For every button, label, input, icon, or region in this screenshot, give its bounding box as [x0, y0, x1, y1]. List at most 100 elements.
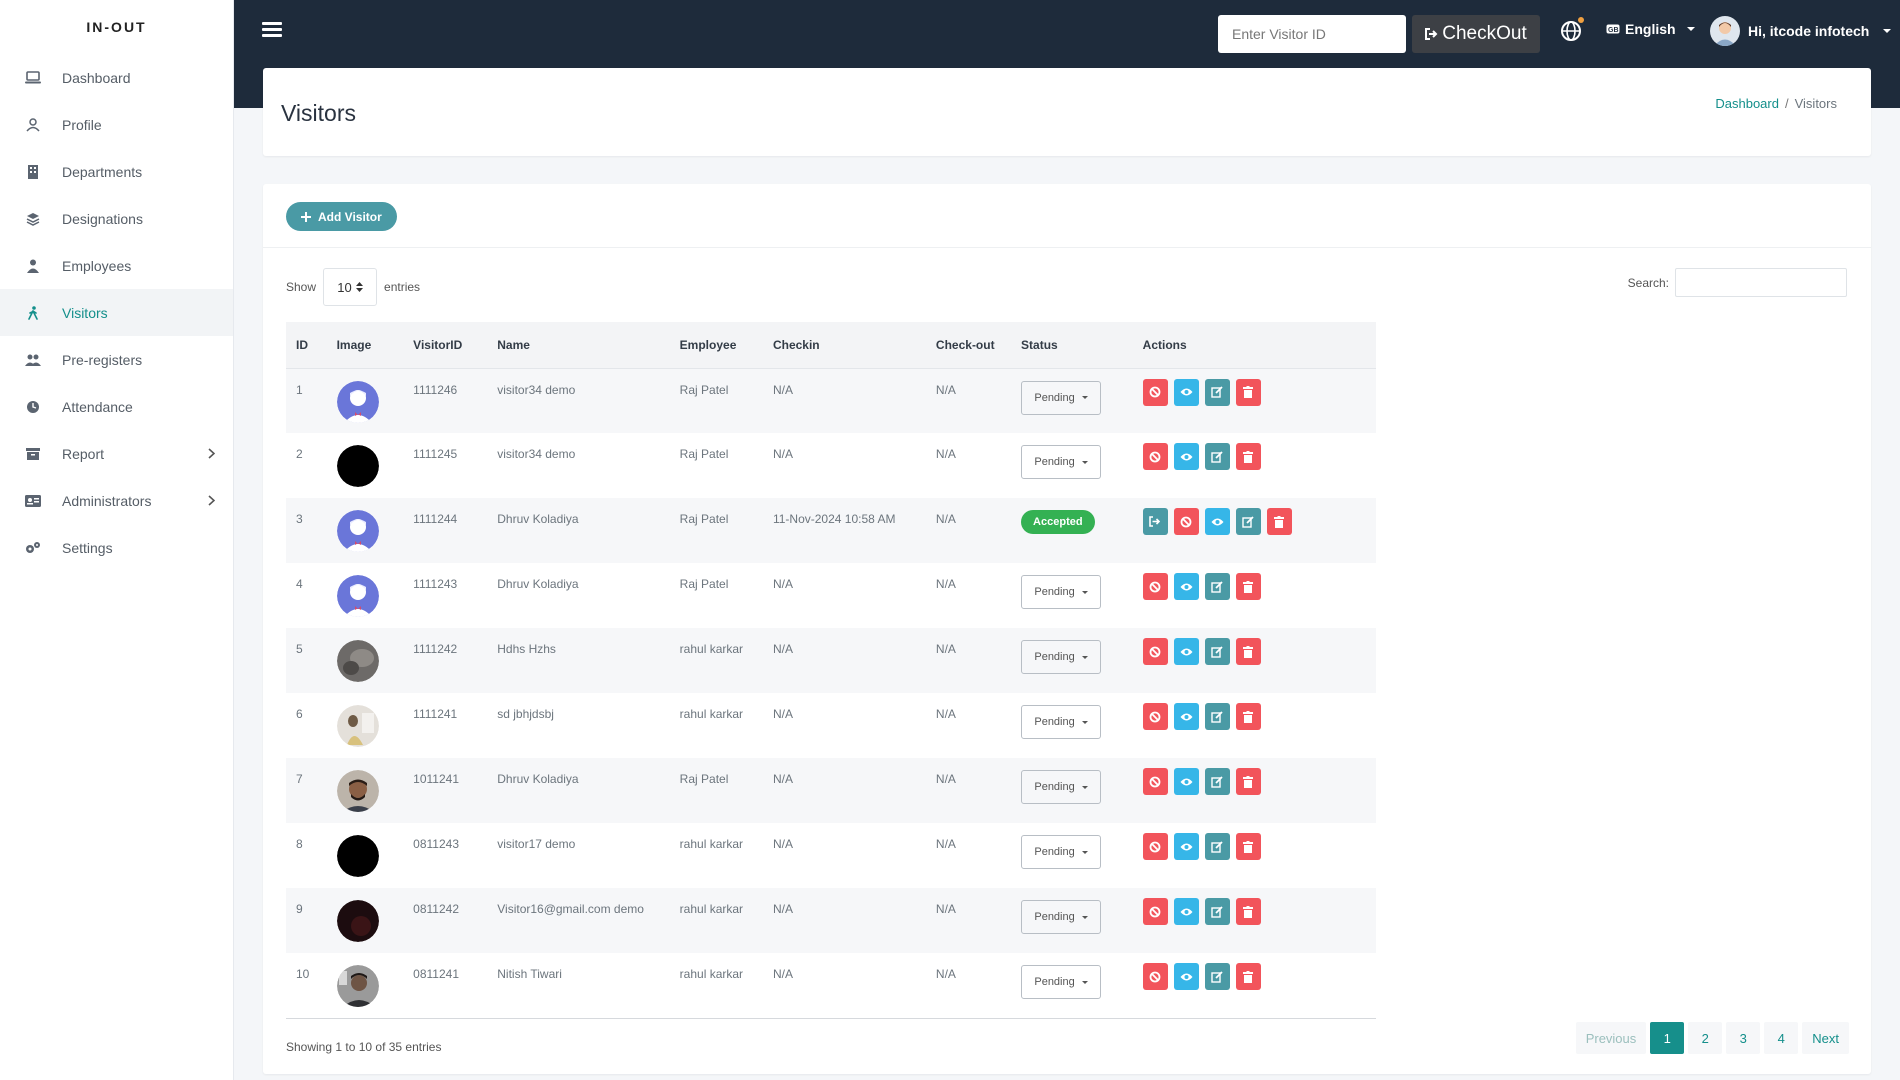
reject-button[interactable] — [1142, 898, 1168, 925]
edit-button[interactable] — [1204, 963, 1230, 990]
reject-button[interactable] — [1142, 768, 1168, 795]
user-menu[interactable]: Hi, itcode infotech — [1710, 16, 1892, 46]
brand-logo[interactable]: IN-OUT — [0, 0, 233, 54]
column-header-visitorid[interactable]: VisitorID — [403, 322, 488, 369]
status-value: Pending — [1034, 586, 1075, 598]
view-button[interactable] — [1173, 443, 1199, 470]
cell-checkin: N/A — [762, 823, 926, 888]
status-dropdown[interactable]: Pending — [1021, 445, 1102, 479]
sidebar-item-profile[interactable]: Profile — [0, 101, 233, 148]
edit-button[interactable] — [1204, 703, 1230, 730]
edit-button[interactable] — [1204, 898, 1230, 925]
edit-button[interactable] — [1235, 508, 1261, 535]
delete-button[interactable] — [1235, 378, 1261, 406]
status-dropdown[interactable]: Pending — [1021, 835, 1102, 869]
reject-button[interactable] — [1142, 963, 1168, 990]
view-button[interactable] — [1204, 508, 1230, 535]
delete-button[interactable] — [1235, 898, 1261, 925]
delete-button[interactable] — [1235, 573, 1261, 600]
column-header-checkin[interactable]: Checkin — [762, 322, 926, 369]
eye-icon — [1180, 777, 1193, 787]
delete-button[interactable] — [1235, 703, 1261, 730]
sidebar-item-report[interactable]: Report — [0, 430, 233, 477]
delete-button[interactable] — [1235, 443, 1261, 470]
globe-icon[interactable] — [1560, 20, 1582, 42]
edit-button[interactable] — [1204, 638, 1230, 665]
checkout-button[interactable]: CheckOut — [1412, 15, 1540, 53]
view-button[interactable] — [1173, 378, 1199, 406]
language-icon: GB — [1606, 24, 1620, 34]
caret-down-icon — [1081, 785, 1088, 789]
status-dropdown[interactable]: Pending — [1021, 380, 1102, 415]
sidebar-item-employees[interactable]: Employees — [0, 242, 233, 289]
page-header: Visitors Dashboard / Visitors — [263, 68, 1871, 156]
visitor-id-input[interactable] — [1218, 15, 1406, 53]
status-dropdown[interactable]: Pending — [1021, 770, 1102, 804]
status-dropdown[interactable]: Pending — [1021, 965, 1102, 999]
delete-button[interactable] — [1235, 833, 1261, 860]
delete-button[interactable] — [1235, 638, 1261, 665]
status-value: Pending — [1034, 391, 1075, 404]
sidebar-item-label: Pre-registers — [62, 351, 143, 368]
edit-button[interactable] — [1204, 768, 1230, 795]
caret-down-icon — [1081, 915, 1088, 919]
checkout-visitor-button[interactable] — [1142, 508, 1168, 535]
breadcrumb-dashboard-link[interactable]: Dashboard — [1715, 96, 1779, 111]
entries-select[interactable]: 10 — [323, 268, 378, 306]
view-button[interactable] — [1173, 963, 1199, 990]
reject-button[interactable] — [1142, 378, 1168, 406]
sidebar-item-departments[interactable]: Departments — [0, 148, 233, 195]
view-button[interactable] — [1173, 833, 1199, 860]
edit-button[interactable] — [1204, 443, 1230, 470]
status-dropdown[interactable]: Pending — [1021, 575, 1102, 609]
sidebar-item-designations[interactable]: Designations — [0, 195, 233, 242]
search-input[interactable] — [1675, 268, 1847, 297]
language-dropdown[interactable]: GB English — [1606, 21, 1695, 37]
reject-button[interactable] — [1142, 638, 1168, 665]
sidebar-item-attendance[interactable]: Attendance — [0, 383, 233, 430]
edit-icon — [1242, 515, 1254, 528]
view-button[interactable] — [1173, 898, 1199, 925]
id-card-icon — [24, 492, 42, 510]
view-button[interactable] — [1173, 638, 1199, 665]
edit-button[interactable] — [1204, 833, 1230, 860]
status-dropdown[interactable]: Pending — [1021, 900, 1102, 934]
delete-button[interactable] — [1235, 768, 1261, 795]
page-button-4[interactable]: 4 — [1764, 1022, 1799, 1054]
column-header-check-out[interactable]: Check-out — [925, 322, 1012, 369]
reject-button[interactable] — [1142, 443, 1168, 470]
add-visitor-button[interactable]: Add Visitor — [286, 202, 397, 231]
page-button-1[interactable]: 1 — [1650, 1022, 1685, 1054]
column-header-id[interactable]: ID — [286, 322, 327, 369]
sidebar-item-administrators[interactable]: Administrators — [0, 477, 233, 524]
sidebar-item-dashboard[interactable]: Dashboard — [0, 54, 233, 101]
column-header-status[interactable]: Status — [1011, 322, 1133, 369]
edit-button[interactable] — [1204, 573, 1230, 600]
hamburger-menu-icon[interactable] — [262, 22, 282, 38]
column-header-employee[interactable]: Employee — [669, 322, 763, 369]
visitor-avatar — [336, 575, 379, 617]
view-button[interactable] — [1173, 573, 1199, 600]
reject-button[interactable] — [1173, 508, 1199, 535]
page-button-3[interactable]: 3 — [1726, 1022, 1761, 1054]
reject-button[interactable] — [1142, 573, 1168, 600]
next-page-button[interactable]: Next — [1802, 1022, 1849, 1054]
column-header-name[interactable]: Name — [487, 322, 670, 369]
cell-actions — [1132, 953, 1376, 1019]
delete-button[interactable] — [1266, 508, 1292, 535]
reject-button[interactable] — [1142, 703, 1168, 730]
previous-page-button[interactable]: Previous — [1575, 1022, 1647, 1054]
column-header-image[interactable]: Image — [326, 322, 404, 369]
view-button[interactable] — [1173, 768, 1199, 795]
view-button[interactable] — [1173, 703, 1199, 730]
status-dropdown[interactable]: Pending — [1021, 640, 1102, 674]
delete-button[interactable] — [1235, 963, 1261, 990]
edit-button[interactable] — [1204, 378, 1230, 406]
reject-button[interactable] — [1142, 833, 1168, 860]
sidebar-item-settings[interactable]: Settings — [0, 524, 233, 571]
column-header-actions[interactable]: Actions — [1132, 322, 1376, 369]
page-button-2[interactable]: 2 — [1688, 1022, 1723, 1054]
status-dropdown[interactable]: Pending — [1021, 705, 1102, 739]
sidebar-item-visitors[interactable]: Visitors — [0, 289, 233, 336]
sidebar-item-pre-registers[interactable]: Pre-registers — [0, 336, 233, 383]
